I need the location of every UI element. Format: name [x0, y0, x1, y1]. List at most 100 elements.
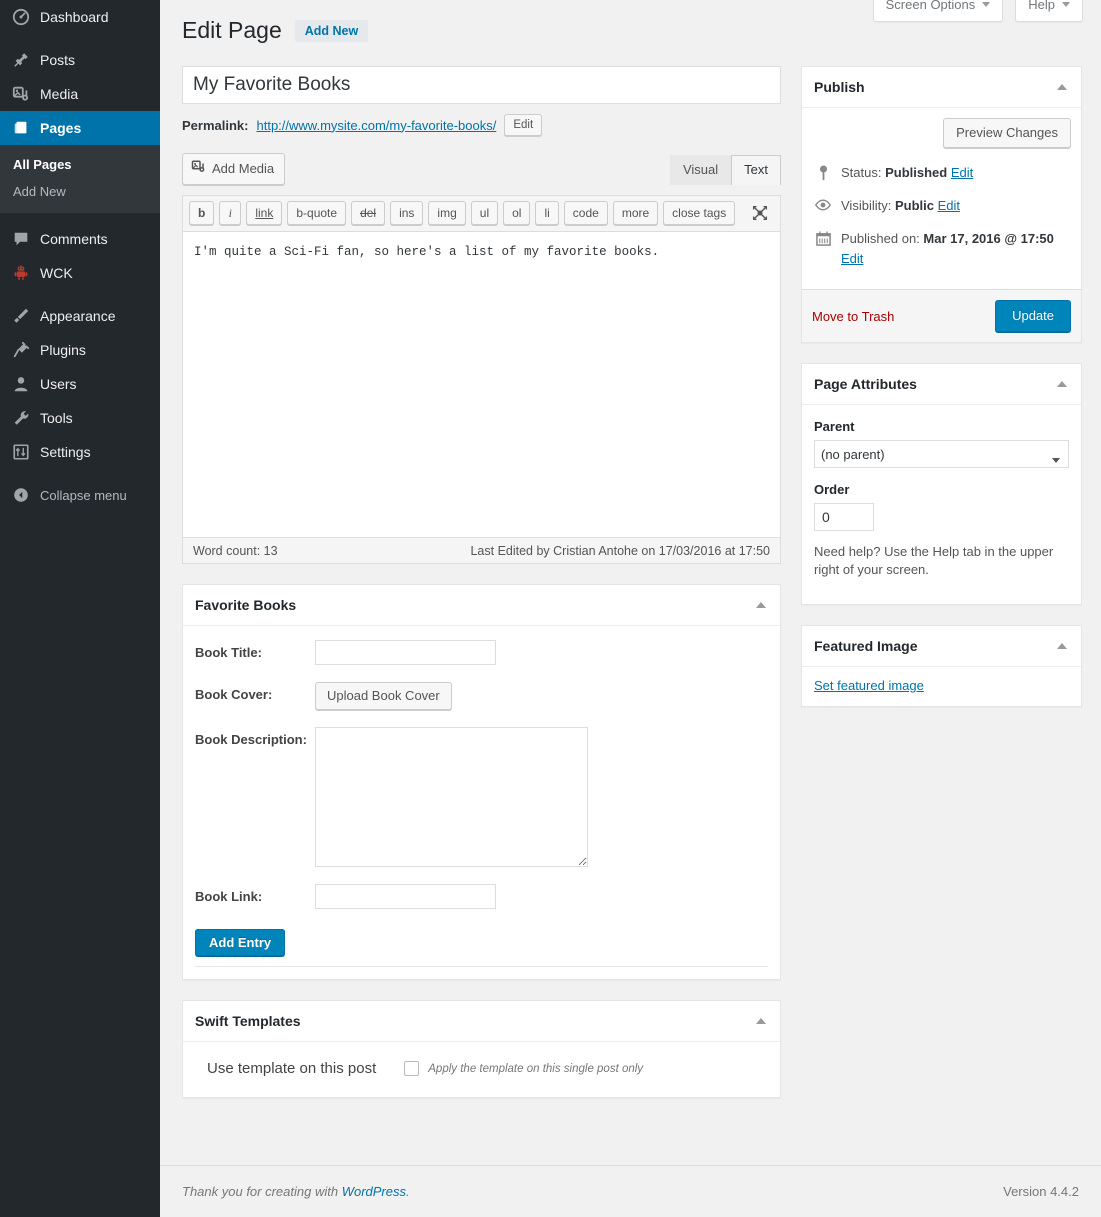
- quicktag-li[interactable]: li: [535, 201, 558, 225]
- add-entry-button[interactable]: Add Entry: [195, 929, 285, 956]
- calendar-icon: [814, 229, 832, 246]
- media-icon: [11, 84, 31, 104]
- sidebar-item-label: Plugins: [40, 342, 86, 358]
- toggle-panel-button[interactable]: [1055, 639, 1069, 653]
- chevron-up-icon: [756, 602, 766, 608]
- set-featured-image-link[interactable]: Set featured image: [814, 678, 924, 693]
- permalink-link[interactable]: http://www.mysite.com/my-favorite-books/: [256, 118, 496, 133]
- wordpress-link[interactable]: WordPress: [342, 1184, 406, 1199]
- help-label: Help: [1028, 0, 1055, 12]
- post-content-textarea[interactable]: I'm quite a Sci-Fi fan, so here's a list…: [183, 232, 780, 537]
- chevron-down-icon: [982, 2, 990, 7]
- toggle-panel-button[interactable]: [754, 1014, 768, 1028]
- quicktag-b[interactable]: b: [189, 201, 214, 225]
- book-link-label: Book Link:: [195, 884, 315, 904]
- edit-published-link[interactable]: Edit: [841, 251, 863, 266]
- collapse-icon: [11, 485, 31, 505]
- quicktag-ul[interactable]: ul: [471, 201, 498, 225]
- swift-template-checkbox[interactable]: [404, 1061, 419, 1076]
- sidebar-item-dashboard[interactable]: Dashboard: [0, 0, 160, 34]
- publish-header[interactable]: Publish: [802, 67, 1081, 108]
- post-title-input[interactable]: [182, 66, 781, 104]
- quicktag-i[interactable]: i: [219, 201, 241, 225]
- sidebar-subitem-add-new[interactable]: Add New: [0, 178, 160, 205]
- quicktag-del[interactable]: del: [351, 201, 385, 225]
- sidebar-item-media[interactable]: Media: [0, 77, 160, 111]
- update-button[interactable]: Update: [995, 300, 1071, 332]
- tab-visual[interactable]: Visual: [670, 155, 731, 185]
- sidebar-item-comments[interactable]: Comments: [0, 222, 160, 256]
- page-attributes-title: Page Attributes: [814, 374, 917, 394]
- screen-options-button[interactable]: Screen Options: [873, 0, 1004, 22]
- sidebar-item-appearance[interactable]: Appearance: [0, 299, 160, 333]
- move-to-trash-link[interactable]: Move to Trash: [812, 309, 894, 324]
- sidebar-item-users[interactable]: Users: [0, 367, 160, 401]
- featured-image-header[interactable]: Featured Image: [802, 626, 1081, 667]
- parent-label: Parent: [814, 419, 1069, 434]
- sidebar-item-collapse-menu[interactable]: Collapse menu: [0, 478, 160, 512]
- add-media-button[interactable]: Add Media: [182, 153, 285, 185]
- book-link-input[interactable]: [315, 884, 496, 909]
- quicktag-img[interactable]: img: [428, 201, 465, 225]
- quicktag-more[interactable]: more: [613, 201, 658, 225]
- chevron-up-icon: [1057, 381, 1067, 387]
- parent-select[interactable]: (no parent): [814, 440, 1069, 468]
- quicktag-code[interactable]: code: [564, 201, 608, 225]
- page-heading-row: Edit Page Add New: [182, 16, 368, 45]
- sidebar-item-wck[interactable]: WCK: [0, 256, 160, 290]
- page-attributes-header[interactable]: Page Attributes: [802, 364, 1081, 405]
- tab-text[interactable]: Text: [731, 155, 781, 185]
- sidebar-item-posts[interactable]: Posts: [0, 43, 160, 77]
- swift-templates-header[interactable]: Swift Templates: [183, 1001, 780, 1042]
- swift-checkbox-wrap: Apply the template on this single post o…: [404, 1061, 643, 1076]
- quicktag-b-quote[interactable]: b-quote: [287, 201, 346, 225]
- wrench-icon: [11, 408, 31, 428]
- edit-permalink-button[interactable]: Edit: [504, 114, 542, 136]
- favorite-books-header[interactable]: Favorite Books: [183, 585, 780, 626]
- book-cover-label: Book Cover:: [195, 682, 315, 702]
- sidebar-subitem-label: Add New: [13, 184, 66, 199]
- sidebar-item-label: Dashboard: [40, 9, 109, 25]
- book-link-row: Book Link:: [195, 884, 768, 909]
- book-cover-row: Book Cover: Upload Book Cover: [195, 682, 768, 710]
- add-new-button[interactable]: Add New: [295, 20, 368, 42]
- footer-thanks-prefix: Thank you for creating with: [182, 1184, 342, 1199]
- favorite-books-metabox: Favorite Books Book Title: Book Cover: U…: [182, 584, 781, 980]
- quicktag-close-tags[interactable]: close tags: [663, 201, 735, 225]
- preview-changes-button[interactable]: Preview Changes: [943, 118, 1071, 148]
- upload-book-cover-button[interactable]: Upload Book Cover: [315, 682, 452, 710]
- screen-options-label: Screen Options: [886, 0, 976, 12]
- sidebar-item-settings[interactable]: Settings: [0, 435, 160, 469]
- settings-icon: [11, 442, 31, 462]
- favorite-books-actions: Add Entry: [183, 932, 780, 966]
- toggle-panel-button[interactable]: [754, 598, 768, 612]
- edit-status-link[interactable]: Edit: [951, 165, 973, 180]
- editor-container: b i link b-quote del ins img ul ol li co…: [182, 195, 781, 564]
- book-title-input[interactable]: [315, 640, 496, 665]
- quicktag-link[interactable]: link: [246, 201, 282, 225]
- pin-icon: [814, 163, 832, 181]
- admin-sidebar: Dashboard Posts Media Pages All Pages Ad…: [0, 0, 160, 1217]
- sidebar-item-plugins[interactable]: Plugins: [0, 333, 160, 367]
- sidebar-separator: [0, 34, 160, 43]
- page-attributes-body: Parent (no parent) Order Need help? Use …: [802, 405, 1081, 604]
- quicktags-toolbar: b i link b-quote del ins img ul ol li co…: [183, 196, 780, 232]
- last-edited: Last Edited by Cristian Antohe on 17/03/…: [470, 544, 770, 558]
- book-description-label: Book Description:: [195, 727, 315, 747]
- quicktag-ol[interactable]: ol: [503, 201, 530, 225]
- help-button[interactable]: Help: [1015, 0, 1083, 22]
- publish-metabox: Publish Preview Changes Status:: [801, 66, 1082, 343]
- toggle-panel-button[interactable]: [1055, 377, 1069, 391]
- sidebar-item-tools[interactable]: Tools: [0, 401, 160, 435]
- fullscreen-icon[interactable]: [746, 201, 774, 225]
- sidebar-item-label: Users: [40, 376, 77, 392]
- sidebar-item-label: Tools: [40, 410, 73, 426]
- featured-image-body: Set featured image: [802, 667, 1081, 706]
- quicktag-ins[interactable]: ins: [390, 201, 423, 225]
- sidebar-item-pages[interactable]: Pages: [0, 111, 160, 145]
- sidebar-subitem-all-pages[interactable]: All Pages: [0, 151, 160, 178]
- book-description-textarea[interactable]: [315, 727, 588, 867]
- edit-visibility-link[interactable]: Edit: [938, 198, 960, 213]
- toggle-panel-button[interactable]: [1055, 80, 1069, 94]
- order-input[interactable]: [814, 503, 874, 531]
